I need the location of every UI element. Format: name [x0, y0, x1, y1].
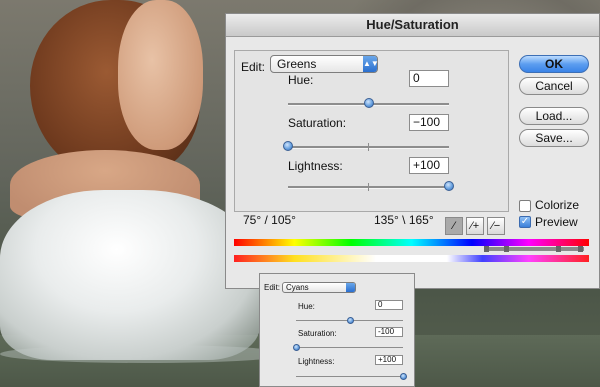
hue-field[interactable]: 0	[409, 70, 449, 87]
lightness-slider[interactable]	[296, 373, 407, 380]
white-fabric	[0, 190, 260, 360]
preview-checkbox[interactable]: ✓	[519, 216, 531, 228]
saturation-label: Saturation:	[298, 329, 337, 338]
saturation-slider-thumb[interactable]	[293, 344, 300, 351]
lightness-field[interactable]: +100	[409, 157, 449, 174]
range-handle[interactable]	[556, 246, 561, 252]
load-button[interactable]: Load...	[519, 107, 589, 125]
dialog-title: Hue/Saturation	[226, 14, 599, 37]
center-tick	[368, 143, 369, 151]
range-slider-bar[interactable]	[484, 247, 584, 251]
range-left-readout: 75° / 105°	[243, 213, 296, 227]
eyedropper-plus-icon[interactable]: ⁄+	[466, 217, 484, 235]
colorize-checkbox[interactable]	[519, 200, 531, 212]
cyans-dialog: Edit: Cyans Hue: 0 Saturation: -100 Ligh…	[259, 273, 415, 387]
edit-select[interactable]: Cyans	[282, 282, 356, 293]
eyedropper-icon[interactable]: ⁄	[445, 217, 463, 235]
range-handle[interactable]	[578, 246, 583, 252]
lightness-slider-thumb[interactable]	[400, 373, 407, 380]
lightness-slider[interactable]	[288, 181, 454, 191]
hue-slider[interactable]	[288, 98, 449, 108]
saturation-slider-thumb[interactable]	[283, 141, 293, 151]
range-right-readout: 135° \ 165°	[374, 213, 434, 227]
eyedropper-minus-icon[interactable]: ⁄−	[487, 217, 505, 235]
preview-label: Preview	[535, 215, 578, 229]
saturation-field[interactable]: −100	[409, 114, 449, 131]
center-tick	[368, 183, 369, 191]
colorize-label: Colorize	[535, 198, 580, 212]
edit-select[interactable]: Greens ▲▼	[270, 55, 379, 73]
lightness-label: Lightness:	[288, 159, 343, 173]
ok-button[interactable]: OK	[519, 55, 589, 73]
edit-select-value: Greens	[277, 57, 317, 71]
checkmark-icon: ✓	[520, 216, 530, 227]
lightness-field[interactable]: +100	[375, 355, 403, 365]
save-button[interactable]: Save...	[519, 129, 589, 147]
chevron-updown-icon: ▲▼	[363, 56, 379, 72]
hue-slider-thumb[interactable]	[346, 317, 354, 324]
saturation-field[interactable]: -100	[375, 327, 403, 337]
hue-saturation-dialog: Hue/Saturation Edit: Greens ▲▼ Hue: 0 Sa…	[225, 13, 600, 289]
lightness-label: Lightness:	[298, 357, 335, 366]
range-handle[interactable]	[504, 246, 509, 252]
hue-label: Hue:	[298, 302, 315, 311]
saturation-slider[interactable]	[283, 141, 449, 151]
chevron-updown-icon	[346, 283, 355, 292]
edit-label: Edit:	[241, 60, 266, 74]
saturation-slider[interactable]	[293, 344, 403, 351]
lightness-slider-thumb[interactable]	[444, 181, 454, 191]
hue-field[interactable]: 0	[375, 300, 403, 310]
cancel-button[interactable]: Cancel	[519, 77, 589, 95]
hue-label: Hue:	[288, 73, 314, 87]
face	[118, 0, 203, 150]
edit-label: Edit:	[264, 283, 281, 292]
hue-slider[interactable]	[296, 317, 403, 324]
saturation-label: Saturation:	[288, 116, 347, 130]
color-spectrum-top	[234, 239, 589, 246]
color-spectrum-bottom	[234, 255, 589, 262]
edit-select-value: Cyans	[286, 283, 309, 292]
range-handle[interactable]	[484, 246, 489, 252]
hue-slider-thumb[interactable]	[363, 98, 374, 108]
